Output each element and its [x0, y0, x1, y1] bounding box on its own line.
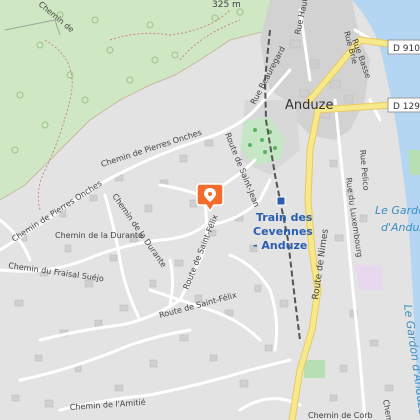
shield-d910a: D 910A	[387, 39, 420, 55]
shield-d910a-label: D 910A	[393, 44, 420, 54]
green-block-bottom	[304, 360, 325, 378]
road-label-corb: Chemin de Corb	[308, 411, 373, 420]
river-label-gardon-1: Le Gardon	[375, 204, 420, 217]
train-station-icon[interactable]	[276, 196, 286, 206]
map-canvas: D 910A D 129 Anduze 325 m Chemin de Rue …	[0, 0, 420, 420]
shield-d129: D 129	[387, 97, 420, 113]
map-view[interactable]: D 910A D 129 Anduze 325 m Chemin de Rue …	[0, 0, 420, 420]
river-park	[408, 150, 420, 175]
road-label-durante-2: Chemin de la Durante	[55, 231, 143, 240]
station-label-line3: - Anduze	[253, 239, 307, 252]
town-label: Anduze	[285, 98, 333, 113]
elevation-label: 325 m	[212, 0, 241, 10]
river-label-gardon-1b: d'Anduze	[381, 221, 420, 234]
station-label-line1: Train des	[256, 211, 313, 224]
shield-d129-label: D 129	[393, 102, 420, 112]
station-label-line2: Cevennes	[253, 225, 313, 238]
